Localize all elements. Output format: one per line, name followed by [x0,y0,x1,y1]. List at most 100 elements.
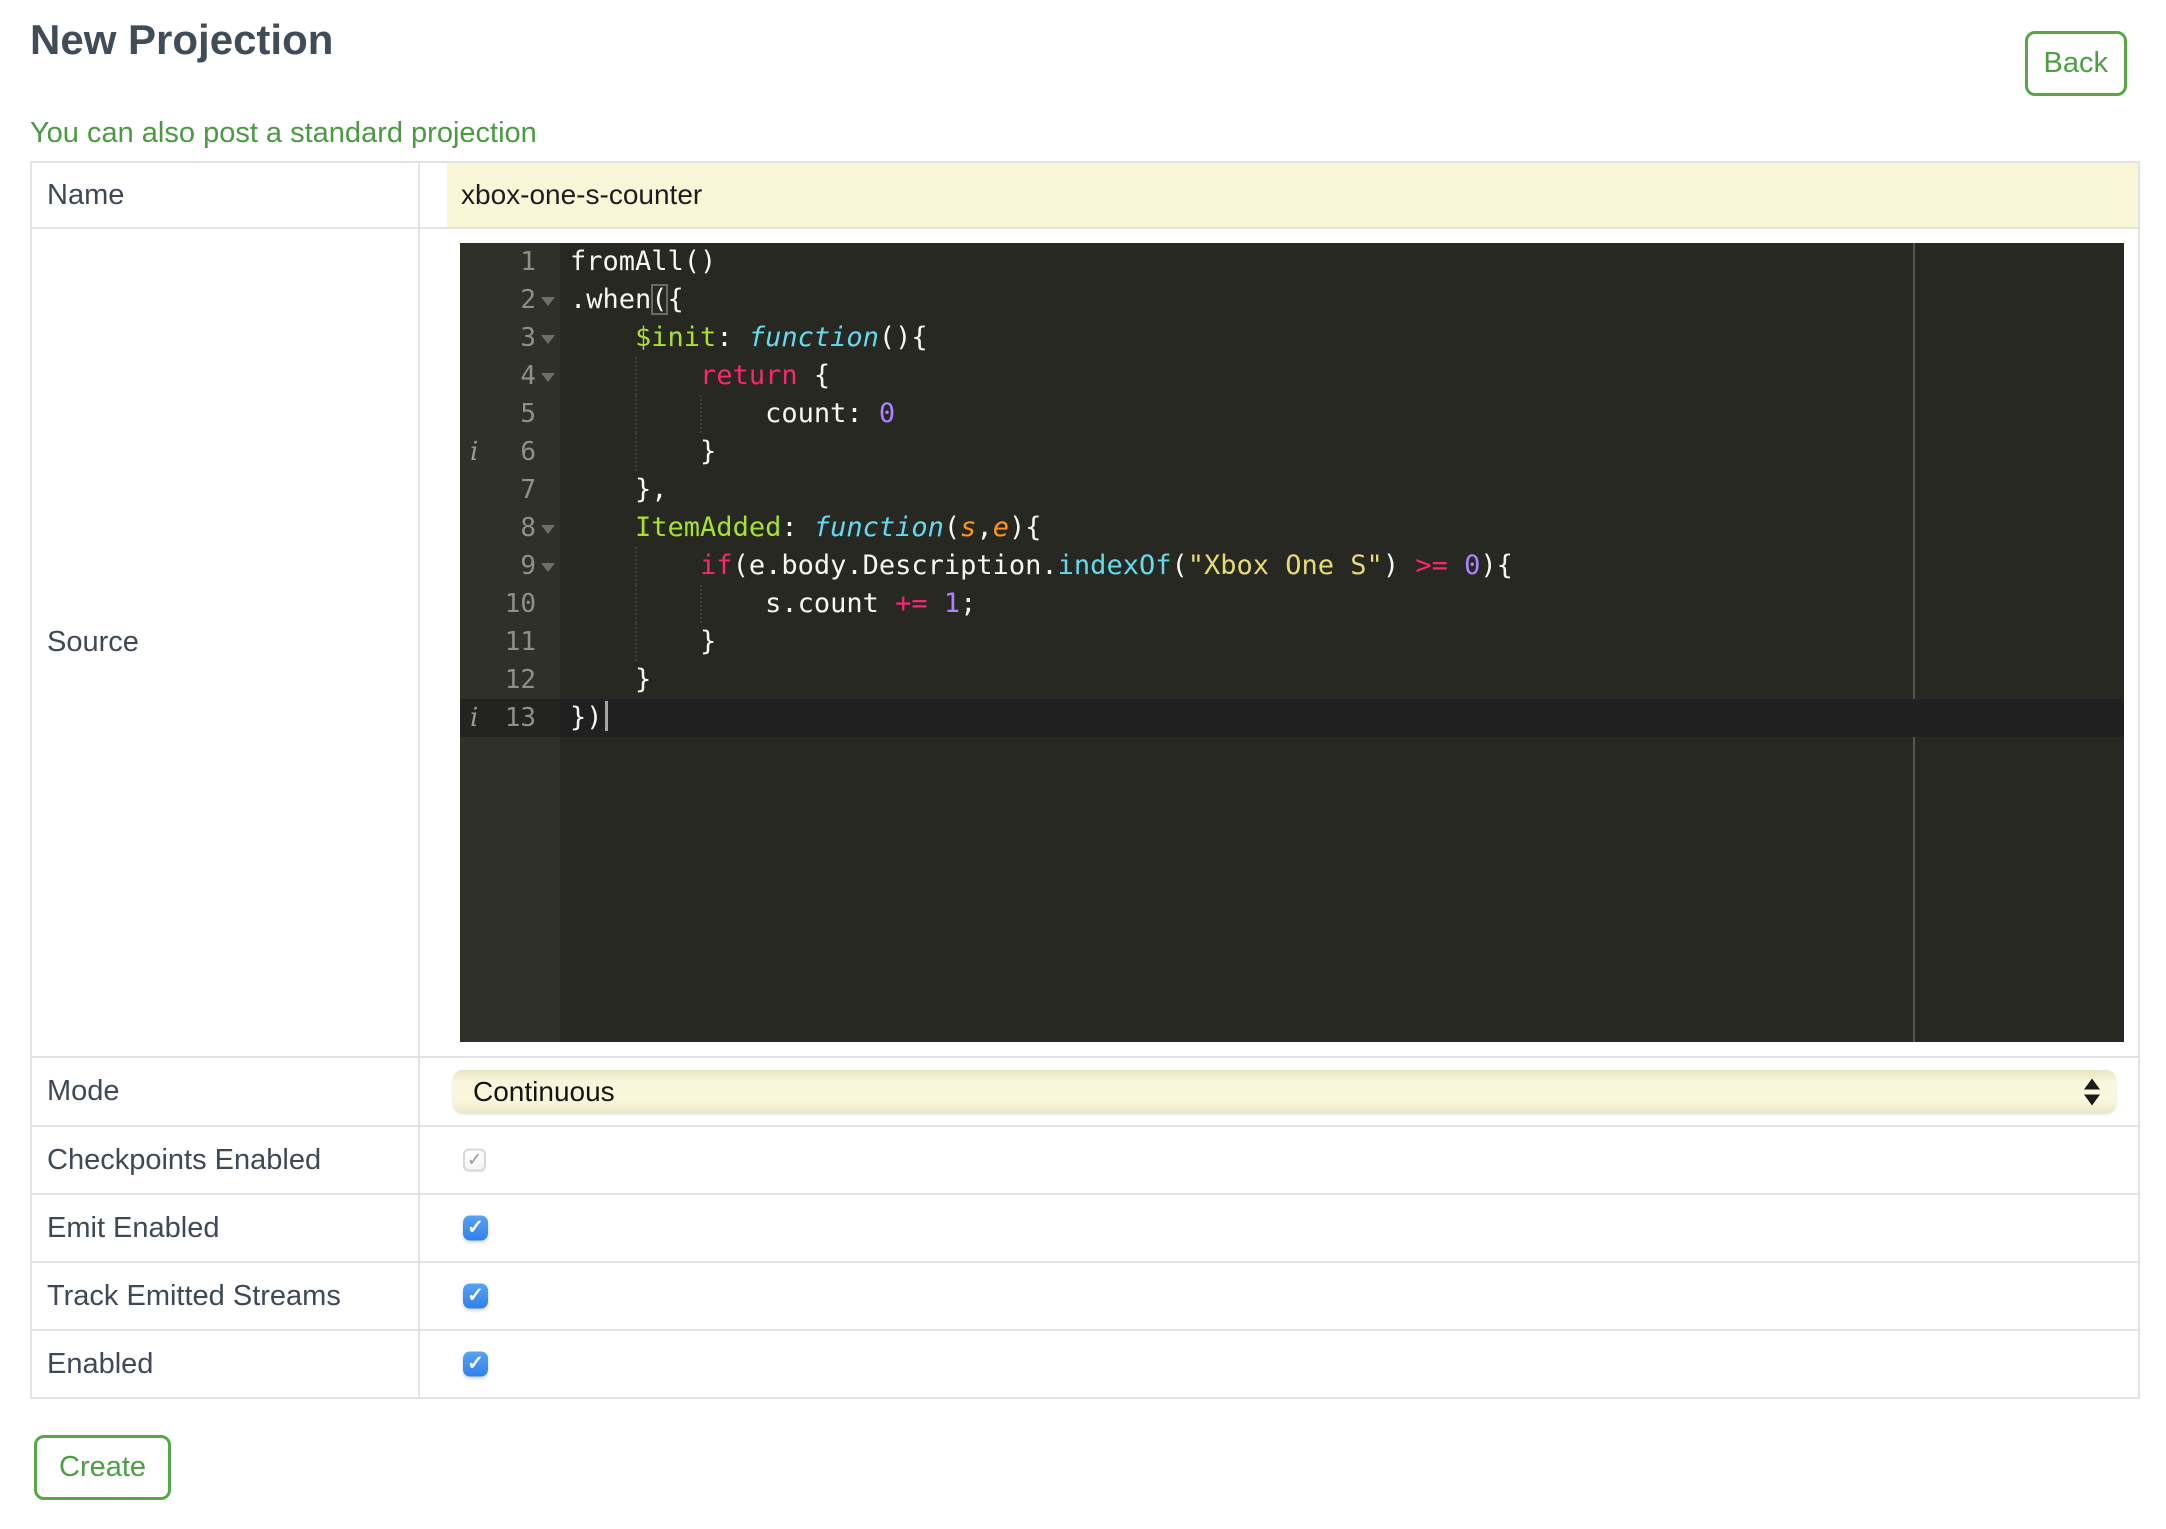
code-line[interactable]: count: 0 [560,395,2124,433]
mode-select[interactable]: Continuous [453,1070,2116,1113]
code-token: >= [1415,550,1448,581]
checkbox-row-emit-enabled: Emit Enabled ✓ [32,1195,2138,1263]
indent-guide [635,357,638,395]
code-token: ( [1171,550,1188,581]
name-input[interactable] [447,163,2138,227]
emit-enabled-value-cell: ✓ [420,1195,2138,1261]
line-number: 7 [520,475,536,505]
gutter-line: 3 [460,319,560,357]
text-cursor [604,701,608,731]
code-token: $init [635,322,717,353]
code-line[interactable]: fromAll() [560,243,2124,281]
source-row: Source 1 2 3 4 5 i 6 7 8 9 10 11 12 i 13 fromAll() .whe… [32,229,2138,1058]
gutter-line: 12 [460,661,560,699]
code-token: fromAll() [570,246,717,277]
code-line[interactable]: } [560,433,2124,471]
track-emitted-streams-checkbox[interactable]: ✓ [463,1283,488,1309]
enabled-checkbox[interactable]: ✓ [463,1351,488,1377]
emit-enabled-label: Emit Enabled [32,1195,420,1261]
code-token: } [570,664,652,695]
code-token: function [813,512,944,543]
gutter-line: 9 [460,547,560,585]
code-token: (e.body.Description. [732,550,1058,581]
standard-projection-link[interactable]: You can also post a standard projection [30,116,2140,150]
code-line[interactable]: }) [560,699,2124,737]
select-stepper-icon [2084,1078,2100,1105]
code-token: .when [570,284,652,315]
name-value-cell [420,163,2138,227]
code-token: indexOf [1057,550,1172,581]
line-number: 5 [520,399,536,429]
source-label: Source [32,229,420,1056]
code-line[interactable]: s.count += 1; [560,585,2124,623]
gutter-line: 1 [460,243,560,281]
fold-toggle-icon[interactable] [541,297,555,306]
gutter-line: 5 [460,395,560,433]
indent-guide [635,433,638,471]
code-token: += [895,588,928,619]
indent-guide [635,395,638,433]
code-token: ; [960,588,977,619]
checkmark-icon: ✓ [467,1352,484,1374]
enabled-value-cell: ✓ [420,1331,2138,1397]
track-emitted-streams-value-cell: ✓ [420,1263,2138,1329]
code-line[interactable]: }, [560,471,2124,509]
checkpoints-enabled-value-cell: ✓ [420,1127,2138,1193]
back-button[interactable]: Back [2024,31,2127,96]
code-line[interactable]: ItemAdded: function(s,e){ [560,509,2124,547]
code-token: s [960,512,977,543]
gutter-line: 10 [460,585,560,623]
indent-guide [635,585,638,623]
name-row: Name [32,163,2138,229]
projection-form-table: Name Source 12345i6789101112i13 fromAll(… [30,161,2140,1399]
code-token: (){ [878,322,928,353]
code-token: ItemAdded [635,512,782,543]
checkbox-row-enabled: Enabled ✓ [32,1331,2138,1399]
fold-toggle-icon[interactable] [541,563,555,572]
code-token: s.count [570,588,896,619]
checkmark-icon: ✓ [467,1284,484,1306]
new-projection-page: New Projection Back You can also post a … [0,16,2166,1500]
code-token: }) [570,702,603,733]
code-token: 0 [1464,550,1481,581]
enabled-label: Enabled [32,1331,420,1397]
code-token: if [700,550,733,581]
create-button[interactable]: Create [34,1435,172,1500]
page-title: New Projection [30,16,334,63]
mode-selected-value: Continuous [473,1075,615,1107]
code-line[interactable]: $init: function(){ [560,319,2124,357]
code-token: ){ [1480,550,1513,581]
editor-code[interactable]: fromAll() .when({ $init: function(){ retu… [560,243,2124,1042]
code-token: e [992,512,1009,543]
gutter-line: 8 [460,509,560,547]
checkbox-row-checkpoints-enabled: Checkpoints Enabled ✓ [32,1127,2138,1195]
code-token: } [570,436,717,467]
fold-toggle-icon[interactable] [541,525,555,534]
code-line[interactable]: } [560,661,2124,699]
source-editor[interactable]: 1 2 3 4 5 i 6 7 8 9 10 11 12 i 13 fromAll() .when({ $in… [460,243,2124,1042]
checkmark-icon: ✓ [466,1149,483,1169]
code-token: : [781,512,814,543]
code-token: }, [570,474,668,505]
code-token: "Xbox One S" [1187,550,1383,581]
code-token: function [748,322,879,353]
fold-toggle-icon[interactable] [541,335,555,344]
info-annotation-icon: i [470,437,479,467]
emit-enabled-checkbox[interactable]: ✓ [463,1215,488,1241]
code-line[interactable]: .when({ [560,281,2124,319]
indent-guide [635,623,638,661]
fold-toggle-icon[interactable] [541,373,555,382]
code-token: return [700,360,798,391]
checkbox-row-track-emitted-streams: Track Emitted Streams ✓ [32,1263,2138,1331]
code-line[interactable]: return { [560,357,2124,395]
code-token: 1 [943,588,961,619]
code-line[interactable]: } [560,623,2124,661]
indent-guide [700,585,703,623]
gutter-line: 11 [460,623,560,661]
code-line[interactable]: if(e.body.Description.indexOf("Xbox One … [560,547,2124,585]
mode-label: Mode [32,1058,420,1125]
gutter-line: i 13 [460,699,560,737]
